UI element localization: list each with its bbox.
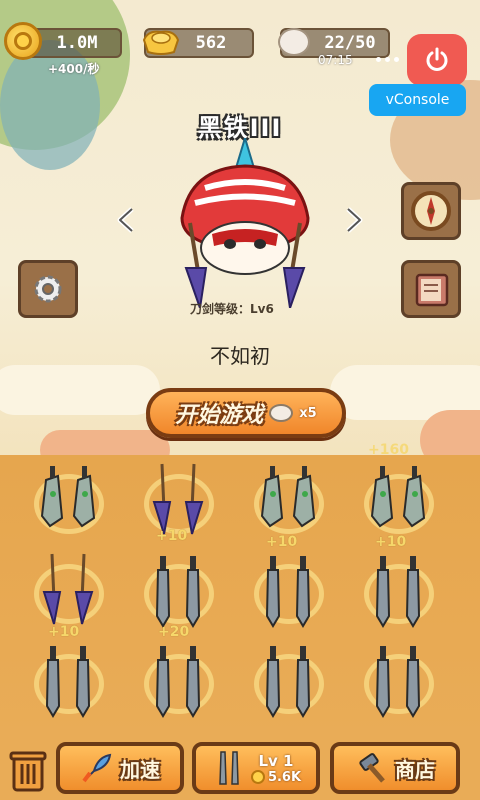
buy-weapon-cost: 5.6K bbox=[267, 769, 302, 785]
hero-character bbox=[180, 138, 310, 308]
coin-icon bbox=[250, 770, 265, 784]
book-button[interactable] bbox=[401, 260, 461, 318]
shop-label: 商店 bbox=[395, 757, 435, 782]
egg-icon bbox=[278, 28, 310, 56]
egg-icon bbox=[269, 404, 294, 422]
vconsole-button[interactable]: vConsole bbox=[369, 84, 466, 116]
weapon-slot[interactable] bbox=[18, 460, 118, 550]
weapon-slot[interactable] bbox=[238, 550, 338, 640]
coin-rate: +400/秒 bbox=[48, 62, 100, 76]
buy-weapon-cost-row: 5.6K bbox=[250, 769, 302, 785]
sword-level-label: 刀剑等级：Lv6 bbox=[190, 302, 274, 316]
speed-up-button[interactable]: 加速 bbox=[56, 742, 184, 794]
coin-value: 1.0M bbox=[56, 33, 98, 53]
shop-button[interactable]: 商店 bbox=[330, 742, 460, 794]
income-bonus-popup: +10 bbox=[156, 528, 188, 544]
book-icon bbox=[415, 273, 449, 307]
settings-gear-icon bbox=[34, 275, 62, 303]
weapon-slot[interactable] bbox=[238, 640, 338, 730]
weapon-slot[interactable] bbox=[18, 640, 118, 730]
weapon-slot[interactable] bbox=[348, 640, 448, 730]
prev-weapon-arrow-icon[interactable] bbox=[114, 206, 138, 234]
income-bonus-popup: +20 bbox=[158, 624, 190, 640]
cloud-orange bbox=[420, 410, 480, 460]
speed-up-label: 加速 bbox=[120, 757, 160, 782]
start-game-button[interactable]: 开始游戏 x5 bbox=[146, 388, 346, 438]
hammer-icon bbox=[359, 753, 385, 783]
buy-weapon-level: Lv 1 bbox=[258, 751, 294, 770]
next-weapon-arrow-icon[interactable] bbox=[342, 206, 366, 234]
coin-icon bbox=[4, 22, 42, 60]
player-name: 不如初 bbox=[210, 344, 270, 368]
start-game-cost: x5 bbox=[299, 405, 317, 421]
income-bonus-popup: +10 bbox=[375, 534, 407, 550]
trash-icon[interactable] bbox=[8, 748, 48, 794]
start-game-label: 开始游戏 bbox=[175, 403, 264, 428]
cloud bbox=[0, 365, 160, 415]
income-bonus-popup: +10 bbox=[266, 534, 298, 550]
compass-button[interactable] bbox=[401, 182, 461, 240]
gold-value: 562 bbox=[195, 33, 227, 53]
power-button[interactable] bbox=[407, 34, 467, 86]
weapon-slot[interactable] bbox=[128, 640, 228, 730]
settings-button[interactable] bbox=[18, 260, 78, 318]
rocket-icon bbox=[82, 753, 112, 783]
buy-weapon-button[interactable]: Lv 1 5.6K bbox=[192, 742, 320, 794]
income-bonus-popup: +10 bbox=[48, 624, 80, 640]
blade-icon bbox=[219, 751, 239, 785]
income-bonus-popup: +160 bbox=[368, 442, 409, 458]
gold-ingot-icon bbox=[142, 30, 180, 55]
weapon-slot[interactable] bbox=[348, 550, 448, 640]
more-menu-icon[interactable] bbox=[365, 48, 410, 70]
timer: 07:15 bbox=[318, 53, 353, 67]
power-icon bbox=[426, 47, 448, 71]
compass-icon bbox=[411, 191, 451, 231]
